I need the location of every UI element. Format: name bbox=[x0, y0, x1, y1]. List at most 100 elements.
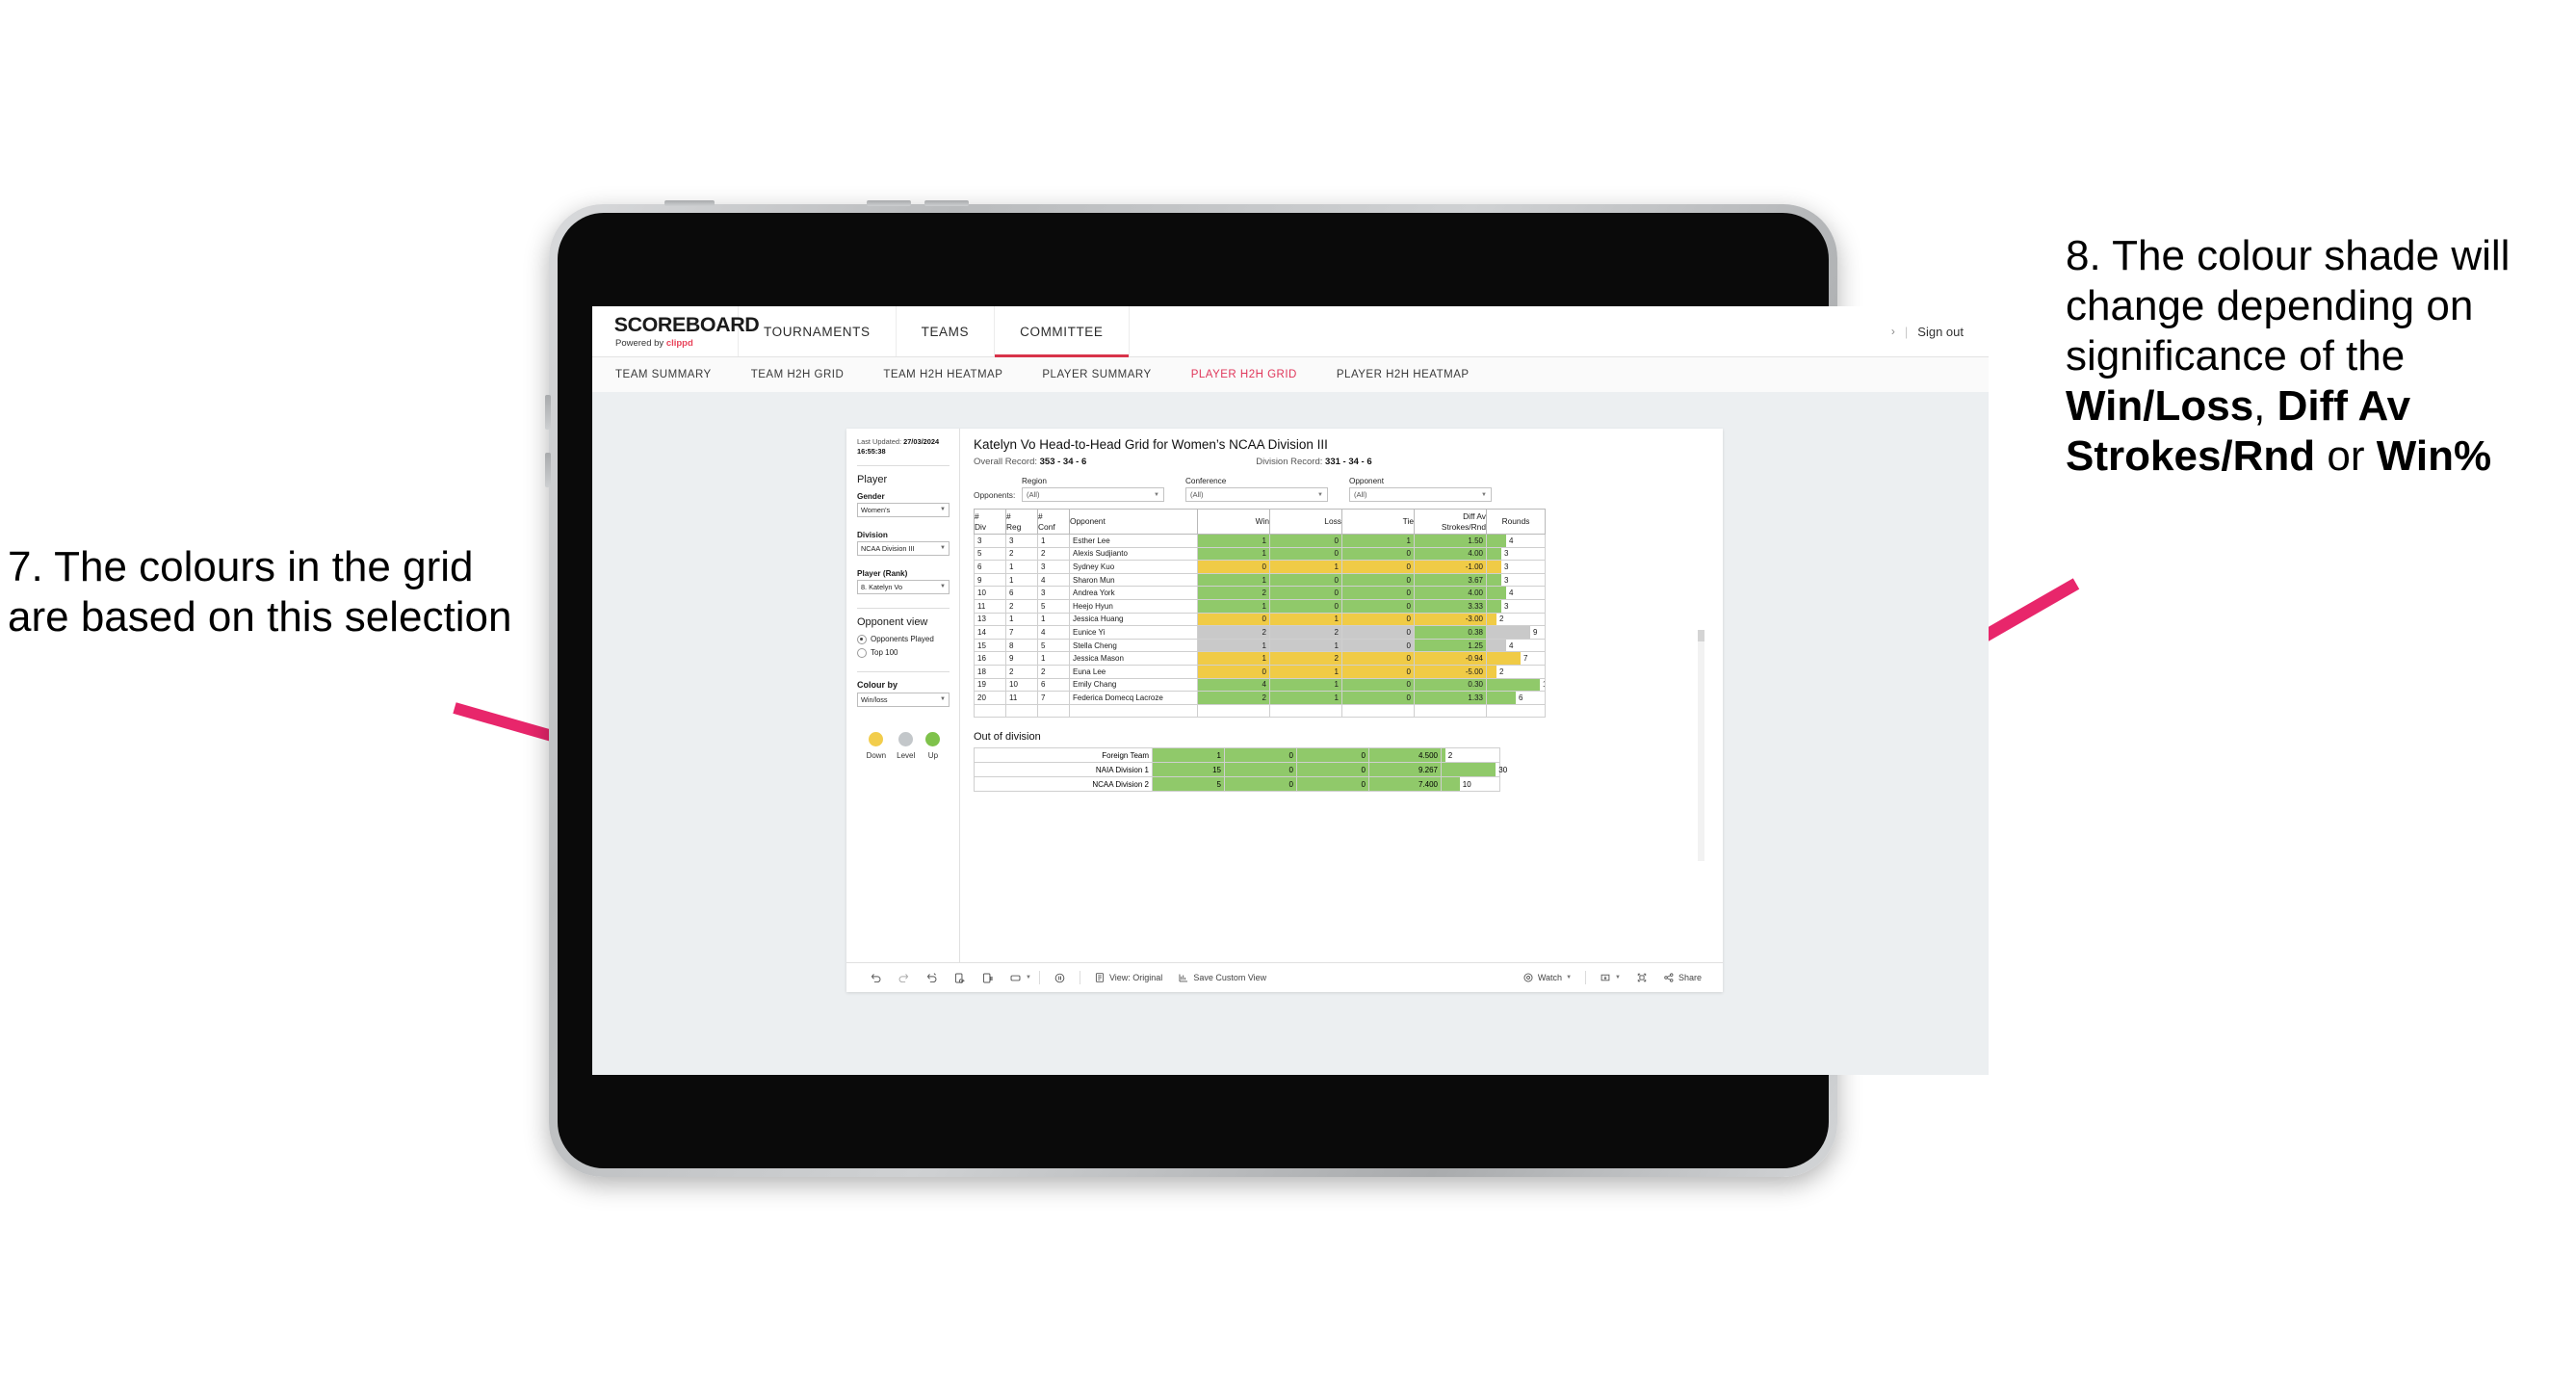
tab-team-h2h-heatmap[interactable]: TEAM H2H HEATMAP bbox=[883, 369, 1023, 380]
tablet-volume-down-button[interactable] bbox=[924, 200, 969, 206]
tab-player-h2h-heatmap[interactable]: PLAYER H2H HEATMAP bbox=[1337, 369, 1490, 380]
table-cell: 20 bbox=[974, 691, 1006, 705]
table-cell: 0 bbox=[1341, 677, 1415, 693]
table-blank-cell bbox=[1269, 703, 1342, 719]
table-row[interactable]: 16 9 1 Jessica Mason 1 2 0 -0.94 7 bbox=[974, 651, 1546, 666]
annotation-right-bold-winpct: Win% bbox=[2376, 431, 2492, 480]
download-button[interactable]: ▼ bbox=[1592, 972, 1628, 983]
table-row[interactable]: 13 1 1 Jessica Huang 0 1 0 -3.00 2 bbox=[974, 612, 1546, 627]
table-cell: 3.33 bbox=[1414, 598, 1487, 614]
table-blank-cell bbox=[1341, 703, 1415, 719]
radio-button-icon bbox=[857, 634, 867, 644]
table-row[interactable]: 14 7 4 Eunice Yi 2 2 0 0.38 9 bbox=[974, 625, 1546, 640]
filter-region-label: Region bbox=[1022, 477, 1047, 485]
tab-team-summary[interactable]: TEAM SUMMARY bbox=[615, 369, 732, 380]
tablet-power-button[interactable] bbox=[664, 200, 715, 206]
chevron-down-icon: ▼ bbox=[940, 584, 946, 590]
revert-button[interactable] bbox=[918, 972, 946, 984]
app-logo[interactable]: SCOREBOARD Powered by clippd bbox=[592, 306, 760, 356]
app-header: SCOREBOARD Powered by clippd TOURNAMENTS… bbox=[592, 306, 1989, 357]
table-row[interactable]: 11 2 5 Heejo Hyun 1 0 0 3.33 3 bbox=[974, 598, 1546, 614]
table-row[interactable]: 6 1 3 Sydney Kuo 0 1 0 -1.00 3 bbox=[974, 560, 1546, 574]
out-of-division-row[interactable]: NCAA Division 2 5 0 0 7.400 10 bbox=[974, 776, 1500, 793]
table-cell: 1 bbox=[1152, 747, 1225, 764]
sign-out-link[interactable]: Sign out bbox=[1917, 325, 1964, 339]
watch-icon bbox=[1523, 973, 1533, 982]
refresh-data-button[interactable] bbox=[946, 972, 974, 984]
tablet-volume-up-button[interactable] bbox=[867, 200, 911, 206]
tab-player-summary[interactable]: PLAYER SUMMARY bbox=[1042, 369, 1171, 380]
pause-updates-button[interactable] bbox=[974, 972, 1002, 984]
col-loss: Loss bbox=[1269, 509, 1342, 535]
table-cell: 0 bbox=[1269, 598, 1342, 614]
table-cell: 1 bbox=[1037, 651, 1070, 666]
table-row[interactable]: 15 8 5 Stella Cheng 1 1 0 1.25 4 bbox=[974, 638, 1546, 653]
filter-conference-dropdown[interactable]: (All) ▼ bbox=[1185, 487, 1328, 502]
table-cell: 1 bbox=[1037, 534, 1070, 548]
table-cell: 7 bbox=[1005, 625, 1038, 640]
tab-team-h2h-grid[interactable]: TEAM H2H GRID bbox=[751, 369, 865, 380]
nav-item-tournaments[interactable]: TOURNAMENTS bbox=[739, 306, 897, 356]
table-cell: 1 bbox=[1269, 638, 1342, 653]
division-dropdown[interactable]: NCAA Division III ▼ bbox=[857, 540, 950, 556]
table-row[interactable]: 18 2 2 Euna Lee 0 1 0 -5.00 2 bbox=[974, 664, 1546, 679]
scrollbar-thumb[interactable] bbox=[1698, 630, 1704, 641]
filter-region-dropdown[interactable]: (All) ▼ bbox=[1022, 487, 1164, 502]
view-original-button[interactable]: View: Original bbox=[1086, 972, 1170, 983]
fullscreen-button[interactable] bbox=[1628, 972, 1655, 983]
table-cell: Esther Lee bbox=[1069, 534, 1198, 548]
record-row: Overall Record: 353 - 34 - 6 Division Re… bbox=[974, 457, 1711, 467]
pause-auto-updates-button[interactable] bbox=[1046, 972, 1074, 984]
gender-dropdown[interactable]: Women’s ▼ bbox=[857, 502, 950, 517]
table-cell: 2 bbox=[1005, 598, 1038, 614]
table-row[interactable]: 5 2 2 Alexis Sudjianto 1 0 0 4.00 3 bbox=[974, 546, 1546, 562]
out-of-division-row[interactable]: NAIA Division 1 15 0 0 9.267 30 bbox=[974, 762, 1507, 778]
player-rank-dropdown[interactable]: 8. Katelyn Vo ▼ bbox=[857, 579, 950, 594]
radio-opponents-played[interactable]: Opponents Played bbox=[857, 634, 950, 644]
colour-by-dropdown[interactable]: Win/loss ▼ bbox=[857, 692, 950, 707]
tablet-side-button-2[interactable] bbox=[545, 453, 551, 487]
redo-button[interactable] bbox=[890, 972, 918, 984]
table-cell: 0 bbox=[1341, 586, 1415, 600]
table-cell: 4 bbox=[1037, 625, 1070, 640]
tablet-side-button[interactable] bbox=[545, 395, 551, 430]
table-row[interactable]: 9 1 4 Sharon Mun 1 0 0 3.67 3 bbox=[974, 572, 1546, 588]
table-row[interactable]: 19106Emily Chang4100.3011 bbox=[974, 677, 1546, 693]
table-cell: Emily Chang bbox=[1069, 677, 1198, 693]
watch-button[interactable]: Watch ▼ bbox=[1515, 972, 1579, 983]
header-right-cluster: › | Sign out bbox=[1891, 306, 1989, 356]
viz-body: Last Updated: 27/03/2024 16:55:38 Player… bbox=[846, 429, 1723, 962]
device-layout-button[interactable]: ▼ bbox=[1002, 972, 1033, 984]
undo-button[interactable] bbox=[862, 972, 890, 984]
table-cell: 4.500 bbox=[1368, 747, 1442, 764]
save-custom-view-button[interactable]: Save Custom View bbox=[1170, 972, 1274, 983]
table-cell: Federica Domecq Lacroze bbox=[1069, 691, 1198, 705]
overall-record: Overall Record: 353 - 34 - 6 bbox=[974, 457, 1086, 467]
table-row[interactable]: 20 11 7 Federica Domecq Lacroze 2 1 0 1.33 6 bbox=[974, 691, 1546, 705]
legend-label-up: Up bbox=[927, 750, 939, 760]
table-row[interactable]: 3 3 1 Esther Lee 1 0 1 1.50 4 bbox=[974, 534, 1546, 548]
table-cell: -1.00 bbox=[1414, 560, 1487, 574]
radio-top-100[interactable]: Top 100 bbox=[857, 647, 950, 658]
nav-item-committee[interactable]: COMMITTEE bbox=[995, 306, 1130, 357]
grid-vertical-scrollbar[interactable] bbox=[1698, 630, 1704, 861]
table-cell: 1 bbox=[1197, 598, 1270, 614]
tab-player-h2h-grid[interactable]: PLAYER H2H GRID bbox=[1191, 369, 1317, 380]
out-of-division-row[interactable]: Foreign Team 1 0 0 4.500 2 bbox=[974, 747, 1500, 764]
table-cell: 1 bbox=[1197, 638, 1270, 653]
tableau-viz: Last Updated: 27/03/2024 16:55:38 Player… bbox=[846, 429, 1723, 992]
nav-item-teams[interactable]: TEAMS bbox=[897, 306, 996, 356]
table-header-row: # Div # Reg # Conf Opponent Win Loss Tie Di… bbox=[974, 509, 1546, 535]
table-row[interactable]: 10 6 3 Andrea York 2 0 0 4.00 4 bbox=[974, 586, 1546, 600]
share-label: Share bbox=[1678, 973, 1702, 982]
watch-label: Watch bbox=[1537, 973, 1563, 982]
secondary-nav: TEAM SUMMARY TEAM H2H GRID TEAM H2H HEAT… bbox=[592, 357, 1989, 393]
filter-opponent-dropdown[interactable]: (All) ▼ bbox=[1349, 487, 1492, 502]
share-button[interactable]: Share bbox=[1655, 972, 1709, 983]
table-cell: Heejo Hyun bbox=[1069, 598, 1198, 614]
chevron-right-icon[interactable]: › bbox=[1891, 325, 1895, 338]
table-cell: 1.25 bbox=[1414, 638, 1487, 653]
col-reg-l2: Reg bbox=[1006, 521, 1022, 532]
division-record-value: 331 - 34 - 6 bbox=[1325, 457, 1372, 467]
rounds-value: 6 bbox=[1519, 693, 1523, 702]
